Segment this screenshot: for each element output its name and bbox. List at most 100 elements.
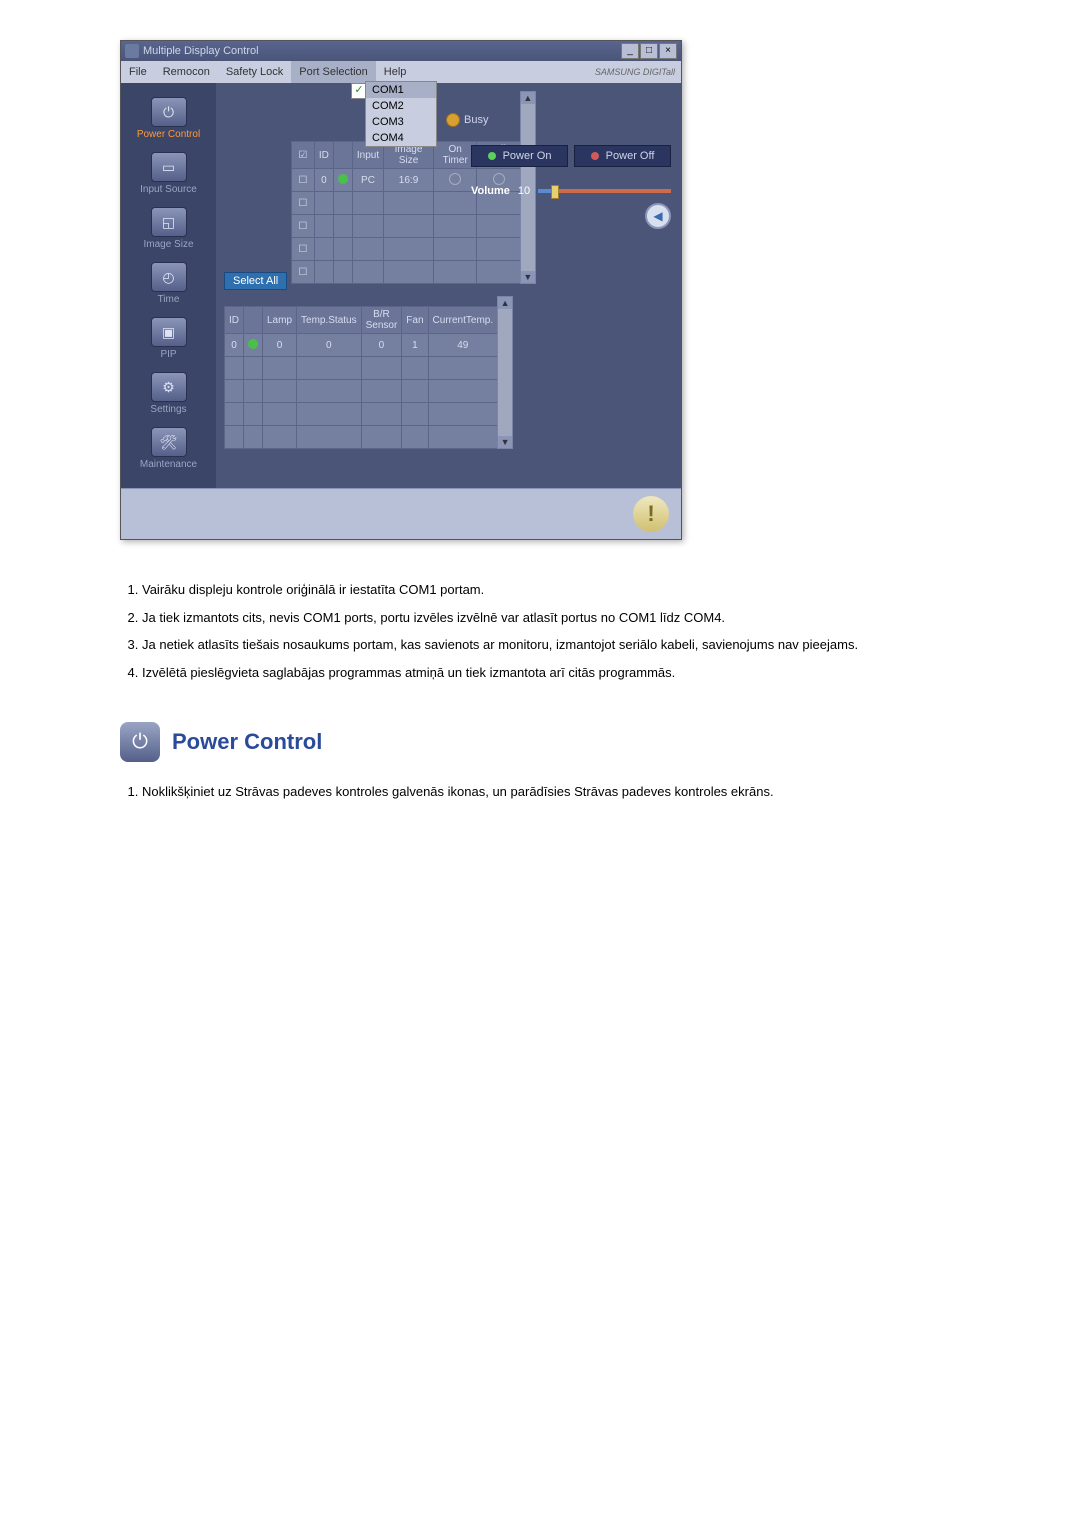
notes-list-1: Vairāku displeju kontrole oriģinālā ir i…: [120, 580, 960, 682]
col-id: ID: [314, 142, 333, 169]
maintenance-icon: 🛠: [151, 427, 187, 457]
row-check[interactable]: ☐: [291, 169, 314, 192]
table-scrollbar[interactable]: ▲ ▼: [497, 296, 513, 449]
power-on-button[interactable]: Power On: [471, 145, 568, 167]
table-row[interactable]: [225, 403, 498, 426]
time-icon: ◴: [151, 262, 187, 292]
menu-remocon[interactable]: Remocon: [155, 61, 218, 83]
mdc-window: Multiple Display Control _ □ × File Remo…: [120, 40, 682, 540]
brand-label: SAMSUNG DIGITall: [595, 67, 681, 77]
pip-icon: ▣: [151, 317, 187, 347]
list-item: Ja tiek izmantots cits, nevis COM1 ports…: [142, 608, 960, 628]
menu-safety-lock[interactable]: Safety Lock: [218, 61, 291, 83]
scroll-up-icon[interactable]: ▲: [521, 92, 535, 104]
col-dot: [333, 142, 352, 169]
col-id: ID: [225, 307, 244, 334]
cell-input: PC: [352, 169, 383, 192]
cell-id: 0: [225, 334, 244, 357]
cell-id: 0: [314, 169, 333, 192]
menu-port-selection[interactable]: Port Selection: [291, 61, 375, 83]
sidebar-label: Input Source: [121, 184, 216, 195]
status-footer: !: [121, 488, 681, 539]
volume-thumb[interactable]: [551, 185, 559, 199]
sidebar-label: Time: [121, 294, 216, 305]
col-bvr-sensor: B/R Sensor: [361, 307, 402, 334]
volume-label: Volume: [471, 185, 510, 197]
table-row[interactable]: [225, 380, 498, 403]
list-item: Noklikšķiniet uz Strāvas padeves kontrol…: [142, 782, 960, 802]
sidebar-item-time[interactable]: ◴ Time: [121, 258, 216, 313]
cell-image-size: 16:9: [384, 169, 434, 192]
port-option-com3[interactable]: COM3: [366, 114, 436, 130]
row-check[interactable]: ☐: [291, 192, 314, 215]
scroll-down-icon[interactable]: ▼: [498, 436, 512, 448]
cell-lamp: 0: [263, 334, 297, 357]
title-bar: Multiple Display Control _ □ ×: [121, 41, 681, 61]
cell-status: [244, 334, 263, 357]
power-panel: Power On Power Off Volume 10 ◀: [471, 145, 671, 229]
sidebar-item-settings[interactable]: ⚙ Settings: [121, 368, 216, 423]
input-icon: ▭: [151, 152, 187, 182]
sidebar-label: PIP: [121, 349, 216, 360]
menu-file[interactable]: File: [121, 61, 155, 83]
image-size-icon: ◱: [151, 207, 187, 237]
port-option-com2[interactable]: COM2: [366, 98, 436, 114]
menu-help[interactable]: Help: [376, 61, 415, 83]
col-check[interactable]: ☑: [291, 142, 314, 169]
sidebar-label: Image Size: [121, 239, 216, 250]
col-fan: Fan: [402, 307, 428, 334]
row-check[interactable]: ☐: [291, 238, 314, 261]
power-on-dot-icon: [488, 152, 496, 160]
power-off-button[interactable]: Power Off: [574, 145, 671, 167]
volume-control: Volume 10: [471, 185, 671, 197]
scroll-up-icon[interactable]: ▲: [498, 297, 512, 309]
status-green-icon: [248, 339, 258, 349]
power-off-label: Power Off: [606, 150, 655, 162]
table-row[interactable]: 0 0 0 0 1 49: [225, 334, 498, 357]
port-option-com1[interactable]: COM1: [366, 82, 436, 98]
maintenance-status-table: ID Lamp Temp.Status B/R Sensor Fan Curre…: [224, 306, 498, 449]
volume-slider[interactable]: [538, 189, 671, 193]
table-row[interactable]: ☐: [291, 261, 520, 284]
col-temp-status: Temp.Status: [297, 307, 362, 334]
sidebar-item-pip[interactable]: ▣ PIP: [121, 313, 216, 368]
volume-value: 10: [518, 185, 530, 197]
sidebar-label: Settings: [121, 404, 216, 415]
app-icon: [125, 44, 139, 58]
sidebar-item-maintenance[interactable]: 🛠 Maintenance: [121, 423, 216, 478]
cell-status: [333, 169, 352, 192]
table-row[interactable]: [225, 426, 498, 449]
port-option-com4[interactable]: COM4: [366, 130, 436, 146]
minimize-button[interactable]: _: [621, 43, 639, 59]
sidebar-item-input-source[interactable]: ▭ Input Source: [121, 148, 216, 203]
mute-button[interactable]: ◀: [645, 203, 671, 229]
port-selection-dropdown[interactable]: COM1 COM2 COM3 COM4: [365, 81, 437, 147]
col-lamp: Lamp: [263, 307, 297, 334]
section-header-power-control: ⏻ Power Control: [120, 722, 960, 762]
window-title: Multiple Display Control: [143, 45, 259, 57]
power-control-section-icon: ⏻: [120, 722, 160, 762]
maximize-button[interactable]: □: [640, 43, 658, 59]
menu-bar: File Remocon Safety Lock Port Selection …: [121, 61, 681, 83]
select-all-button[interactable]: Select All: [224, 272, 287, 290]
close-button[interactable]: ×: [659, 43, 677, 59]
list-item: Izvēlētā pieslēgvieta saglabājas program…: [142, 663, 960, 683]
sidebar: ⏻ Power Control ▭ Input Source ◱ Image S…: [121, 83, 216, 488]
sidebar-item-power-control[interactable]: ⏻ Power Control: [121, 93, 216, 148]
cell-current-temp: 49: [428, 334, 498, 357]
settings-icon: ⚙: [151, 372, 187, 402]
cell-temp-status: 0: [297, 334, 362, 357]
power-off-dot-icon: [591, 152, 599, 160]
window-controls: _ □ ×: [621, 43, 677, 59]
table-row[interactable]: ☐: [291, 238, 520, 261]
power-icon: ⏻: [151, 97, 187, 127]
table-row[interactable]: [225, 357, 498, 380]
cell-bvr-sensor: 0: [361, 334, 402, 357]
power-on-label: Power On: [503, 150, 552, 162]
app-body: ⏻ Power Control ▭ Input Source ◱ Image S…: [121, 83, 681, 488]
sidebar-item-image-size[interactable]: ◱ Image Size: [121, 203, 216, 258]
row-check[interactable]: ☐: [291, 215, 314, 238]
scroll-down-icon[interactable]: ▼: [521, 271, 535, 283]
col-current-temp: CurrentTemp.: [428, 307, 498, 334]
row-check[interactable]: ☐: [291, 261, 314, 284]
